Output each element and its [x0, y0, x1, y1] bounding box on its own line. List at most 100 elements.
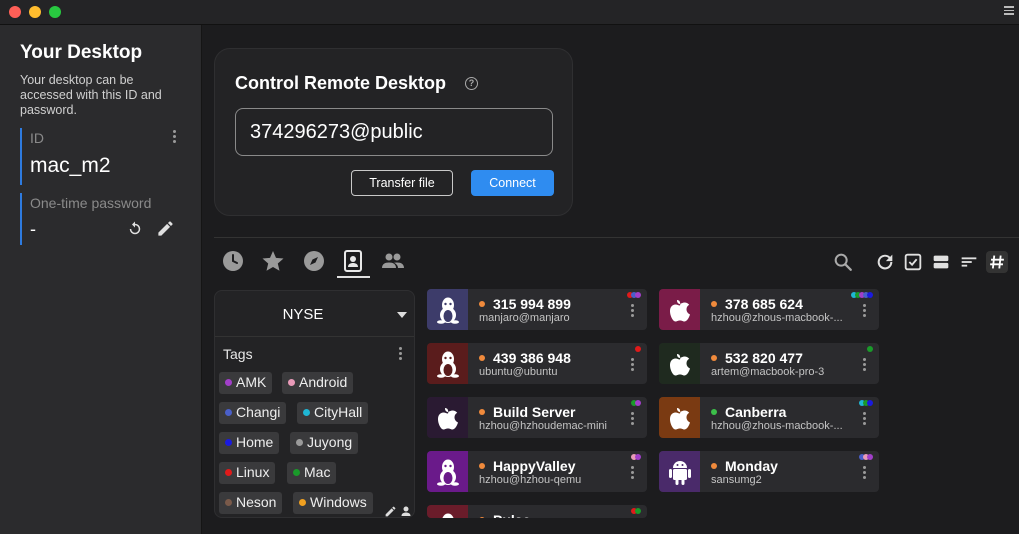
dropdown-caret-icon	[397, 312, 407, 318]
online-status-dot	[711, 463, 717, 469]
peer-card[interactable]: Monday sansumg2	[659, 451, 879, 492]
peer-username: hzhou@hzhoudemac-mini	[479, 420, 607, 432]
sidebar: Your Desktop Your desktop can be accesse…	[0, 25, 202, 534]
group-tab-icon[interactable]	[381, 249, 405, 273]
minimize-window-button[interactable]	[29, 6, 41, 18]
tag-color-dot	[288, 379, 295, 386]
tags-label: Tags	[223, 346, 253, 362]
filter-hashtag-icon[interactable]	[986, 251, 1008, 273]
tag-color-dot	[296, 439, 303, 446]
favorites-tab-star-icon[interactable]	[261, 249, 285, 273]
help-icon[interactable]: ?	[465, 77, 478, 90]
maximize-window-button[interactable]	[49, 6, 61, 18]
peer-username: artem@macbook-pro-3	[711, 366, 825, 378]
tag-color-dot	[303, 409, 310, 416]
peer-card[interactable]: Canberra hzhou@zhous-macbook-...	[659, 397, 879, 438]
tag-juyong[interactable]: Juyong	[290, 432, 359, 454]
online-status-dot	[711, 409, 717, 415]
mac-os-icon	[427, 397, 468, 438]
close-window-button[interactable]	[9, 6, 21, 18]
peer-card[interactable]: 532 820 477 artem@macbook-pro-3	[659, 343, 879, 384]
peer-more-options-icon[interactable]	[863, 358, 867, 372]
peer-more-options-icon[interactable]	[631, 412, 635, 426]
peer-name-text: Canberra	[725, 404, 787, 420]
peer-more-options-icon[interactable]	[863, 304, 867, 318]
peer-name: 315 994 899	[479, 296, 571, 312]
tag-color-dot	[299, 499, 306, 506]
select-checkbox-icon[interactable]	[902, 251, 924, 273]
peer-card[interactable]: Build Server hzhou@hzhoudemac-mini	[427, 397, 647, 438]
id-label: ID	[30, 130, 44, 146]
linux-os-icon	[427, 343, 468, 384]
peer-name-text: 315 994 899	[493, 296, 571, 312]
discovered-tab-compass-icon[interactable]	[302, 249, 326, 273]
tag-color-dot	[225, 439, 232, 446]
mac-os-icon	[659, 343, 700, 384]
tag-label: Mac	[304, 464, 331, 480]
remote-id-input[interactable]	[235, 108, 553, 156]
tag-color-dot	[225, 499, 232, 506]
tag-windows[interactable]: Windows	[293, 492, 373, 514]
user-icon[interactable]	[400, 505, 412, 517]
tag-mac[interactable]: Mac	[287, 462, 337, 484]
view-toggle-icon[interactable]	[930, 251, 952, 273]
peer-name-text: HappyValley	[493, 458, 576, 474]
sidebar-title: Your Desktop	[20, 42, 143, 63]
recent-tab-clock-icon[interactable]	[221, 249, 245, 273]
online-status-dot	[479, 517, 485, 518]
tag-label: Home	[236, 434, 274, 450]
transfer-file-button[interactable]: Transfer file	[351, 170, 453, 196]
peer-name-text: Monday	[725, 458, 778, 474]
tag-neson[interactable]: Neson	[219, 492, 283, 514]
peer-card[interactable]: HappyValley hzhou@hzhou-qemu	[427, 451, 647, 492]
tags-more-options-icon[interactable]	[399, 347, 403, 361]
peer-name: 532 820 477	[711, 350, 803, 366]
peer-more-options-icon[interactable]	[631, 358, 635, 372]
peer-username: manjaro@manjaro	[479, 312, 570, 324]
sidebar-description: Your desktop can be accessed with this I…	[20, 73, 162, 117]
peer-name: Build Server	[479, 404, 575, 420]
peer-more-options-icon[interactable]	[863, 412, 867, 426]
peer-name-text: 439 386 948	[493, 350, 571, 366]
peer-card[interactable]: 378 685 624 hzhou@zhous-macbook-...	[659, 289, 879, 330]
peer-name: Pulse	[479, 512, 530, 518]
refresh-icon[interactable]	[874, 251, 896, 273]
connect-button[interactable]: Connect	[471, 170, 554, 196]
id-more-options-icon[interactable]	[173, 130, 177, 144]
password-label: One-time password	[30, 195, 152, 211]
hamburger-menu-icon[interactable]	[1004, 6, 1014, 16]
control-remote-card: Control Remote Desktop ? Transfer file C…	[214, 48, 573, 216]
edit-tags-icon[interactable]	[384, 505, 397, 518]
tag-changi[interactable]: Changi	[219, 402, 287, 424]
peer-name-text: Pulse	[493, 512, 530, 518]
peer-more-options-icon[interactable]	[631, 304, 635, 318]
tag-color-dot	[225, 469, 232, 476]
address-book-tab-icon[interactable]	[341, 249, 365, 273]
peer-name: 439 386 948	[479, 350, 571, 366]
online-status-dot	[711, 301, 717, 307]
tag-android[interactable]: Android	[282, 372, 354, 394]
android-os-icon	[659, 451, 700, 492]
id-block: ID mac_m2	[20, 128, 185, 185]
sort-icon[interactable]	[958, 251, 980, 273]
edit-password-icon[interactable]	[156, 219, 175, 238]
linux-os-icon	[427, 289, 468, 330]
tag-amk[interactable]: AMK	[219, 372, 273, 394]
tag-linux[interactable]: Linux	[219, 462, 276, 484]
peer-card[interactable]: Pulse	[427, 505, 647, 518]
peer-username: hzhou@zhous-macbook-...	[711, 420, 843, 432]
peer-more-options-icon[interactable]	[863, 466, 867, 480]
peer-more-options-icon[interactable]	[631, 466, 635, 480]
address-book-selector[interactable]: NYSE	[215, 291, 414, 337]
refresh-password-icon[interactable]	[126, 220, 144, 238]
peer-name: Canberra	[711, 404, 786, 420]
peer-name: Monday	[711, 458, 778, 474]
id-value[interactable]: mac_m2	[30, 154, 185, 178]
tag-home[interactable]: Home	[219, 432, 280, 454]
peer-card[interactable]: 315 994 899 manjaro@manjaro	[427, 289, 647, 330]
tag-cityhall[interactable]: CityHall	[297, 402, 369, 424]
peer-name: 378 685 624	[711, 296, 803, 312]
search-icon[interactable]	[832, 251, 854, 273]
peer-card[interactable]: 439 386 948 ubuntu@ubuntu	[427, 343, 647, 384]
peer-name: HappyValley	[479, 458, 576, 474]
